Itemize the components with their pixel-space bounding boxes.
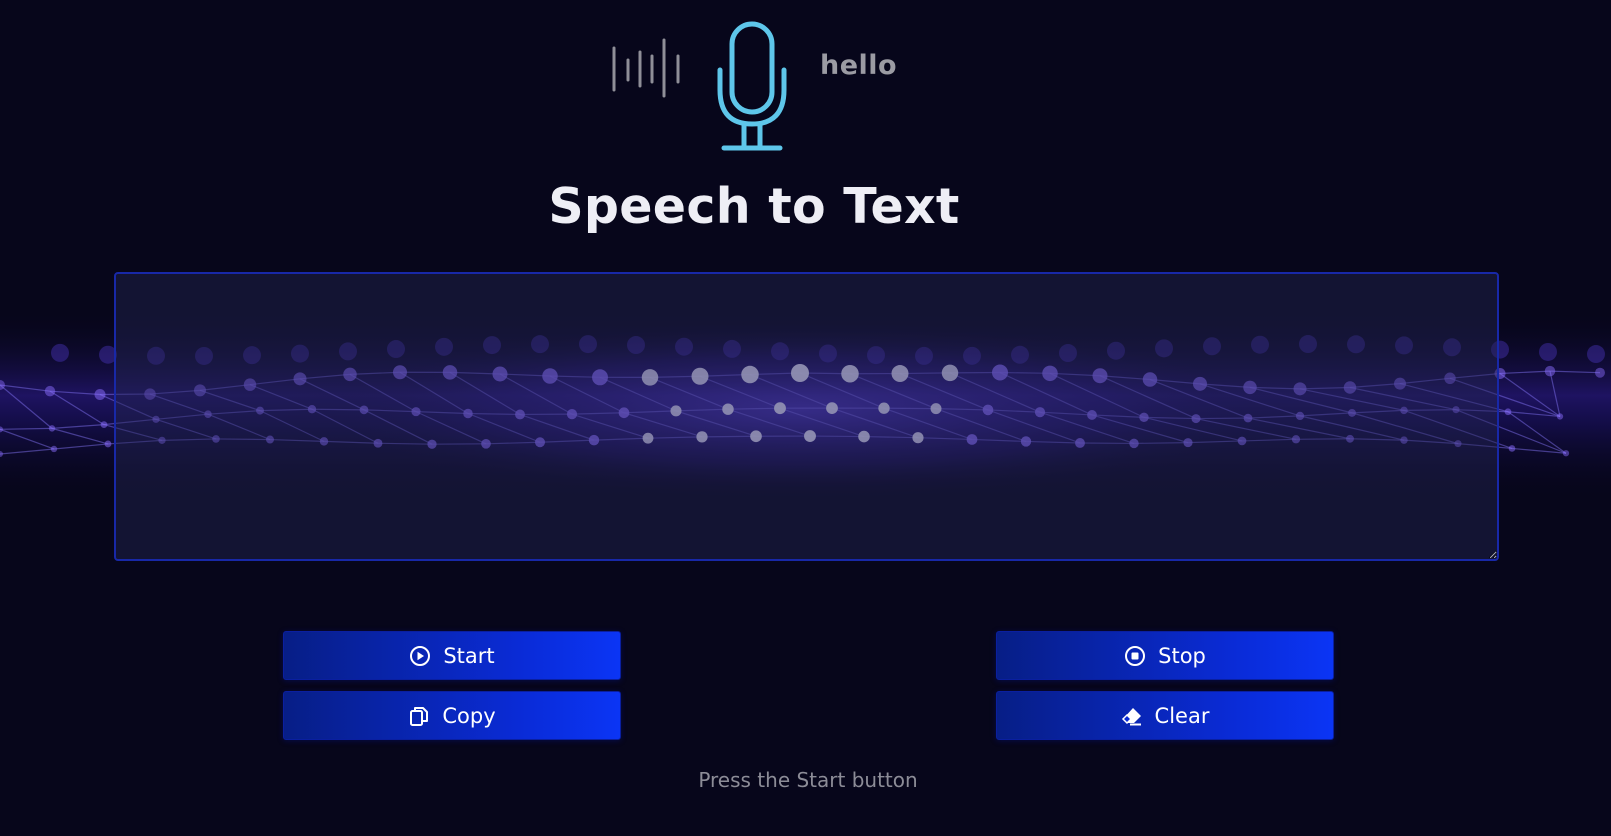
clear-button[interactable]: Clear [996,691,1334,740]
start-button[interactable]: Start [283,631,621,680]
copy-icon [408,705,430,727]
stop-button-label: Stop [1158,643,1206,668]
transcript-textarea[interactable] [114,272,1499,561]
page: hello Speech to Text Start Copy Stop Cle… [0,0,1611,836]
logo: hello [610,20,910,155]
logo-word: hello [820,50,898,81]
status-text: Press the Start button [698,768,918,792]
stop-circle-icon [1124,645,1146,667]
sound-wave-icon [612,38,680,98]
eraser-icon [1121,705,1143,727]
copy-button[interactable]: Copy [283,691,621,740]
microphone-icon [717,21,787,151]
play-circle-icon [409,645,431,667]
copy-button-label: Copy [442,703,496,728]
clear-button-label: Clear [1154,703,1210,728]
start-button-label: Start [443,643,495,668]
page-title: Speech to Text [548,178,960,235]
stop-button[interactable]: Stop [996,631,1334,680]
